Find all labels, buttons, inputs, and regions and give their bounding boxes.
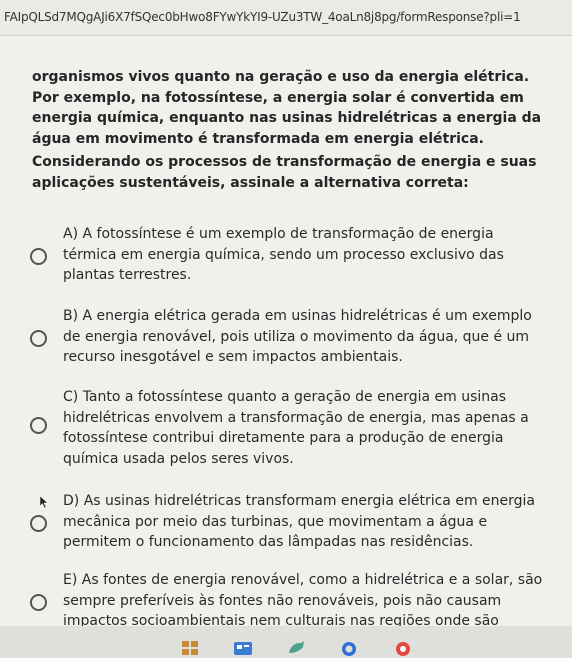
radio-option-b[interactable] — [30, 330, 47, 347]
radio-option-c[interactable] — [30, 417, 47, 434]
option-line: térmica em energia química, sendo um pro… — [63, 246, 504, 263]
option-line: plantas terrestres. — [63, 267, 192, 283]
option-line: sempre preferíveis às fontes não renováv… — [63, 592, 502, 609]
option-line: fotossíntese contribui diretamente para … — [63, 430, 504, 446]
option-b-text: B) A energia elétrica gerada em usinas h… — [63, 306, 553, 368]
form-page: organismos vivos quanto na geração e uso… — [0, 36, 572, 629]
intro-line: energia química, enquanto nas usinas hid… — [32, 110, 542, 126]
option-line: E) As fontes de energia renovável, como … — [63, 572, 543, 588]
option-line: de energia renovável, pois utiliza o mov… — [63, 328, 530, 345]
option-line: permitem o funcionamento das lâmpadas na… — [63, 534, 474, 550]
option-line: química usada pelos seres vivos. — [63, 450, 294, 467]
option-line: recurso inesgotável e sem impactos ambie… — [63, 349, 403, 365]
widget-icon[interactable] — [232, 639, 254, 657]
chrome-icon[interactable] — [392, 639, 414, 657]
prompt-line: Considerando os processos de transformaç… — [32, 154, 537, 170]
intro-line: organismos vivos quanto na geração e uso… — [32, 69, 530, 85]
chat-icon[interactable] — [286, 639, 308, 657]
option-line: hidrelétricas envolvem a transformação d… — [63, 409, 529, 426]
option-line: mecânica por meio das turbinas, que movi… — [63, 513, 488, 530]
taskbar — [0, 626, 572, 658]
option-e-text: E) As fontes de energia renovável, como … — [63, 570, 553, 632]
radio-option-d[interactable] — [30, 515, 47, 532]
radio-option-a[interactable] — [30, 248, 47, 265]
prompt-line: aplicações sustentáveis, assinale a alte… — [32, 174, 469, 191]
intro-line: água em movimento é transformada em ener… — [32, 130, 484, 147]
intro-line: Por exemplo, na fotossíntese, a energia … — [32, 89, 524, 106]
option-d-text: D) As usinas hidrelétricas transformam e… — [63, 491, 553, 553]
option-c-text: C) Tanto a fotossíntese quanto a geração… — [63, 387, 553, 469]
option-line: A) A fotossíntese é um exemplo de transf… — [63, 226, 494, 242]
search-icon[interactable] — [338, 639, 360, 657]
address-bar[interactable]: FAIpQLSd7MQgAJi6X7fSQec0bHwo8FYwYkYI9-UZ… — [0, 0, 572, 36]
option-line: B) A energia elétrica gerada em usinas h… — [63, 308, 532, 324]
question-intro: organismos vivos quanto na geração e uso… — [32, 67, 552, 149]
option-a-text: A) A fotossíntese é um exemplo de transf… — [63, 224, 553, 286]
start-icon[interactable] — [180, 639, 200, 657]
option-line: C) Tanto a fotossíntese quanto a geração… — [63, 389, 507, 405]
mouse-cursor-icon — [40, 496, 48, 508]
option-line: D) As usinas hidrelétricas transformam e… — [63, 493, 535, 509]
question-prompt: Considerando os processos de transformaç… — [32, 152, 552, 193]
radio-option-e[interactable] — [30, 594, 47, 611]
